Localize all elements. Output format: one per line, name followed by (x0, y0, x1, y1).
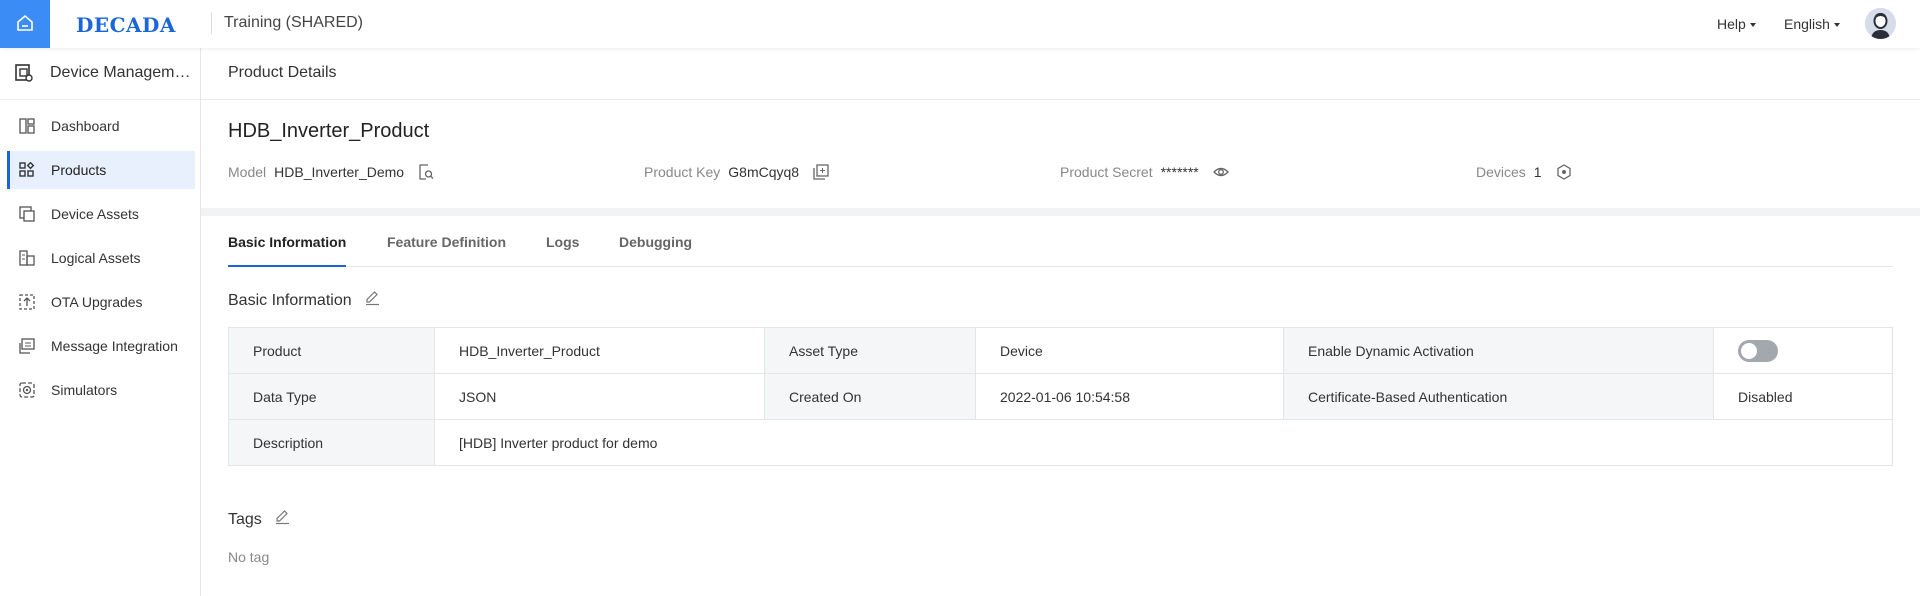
sidebar-item-label: Message Integration (51, 338, 178, 354)
sidebar-item-label: Simulators (51, 382, 118, 398)
basic-information-table: Product HDB_Inverter_Product Asset Type … (228, 327, 1893, 466)
sidebar: Device Management Dashboard Products Dev… (0, 48, 201, 596)
table-row: Description [HDB] Inverter product for d… (229, 420, 1892, 465)
section-divider (201, 208, 1920, 216)
table-row: Product HDB_Inverter_Product Asset Type … (229, 328, 1892, 374)
tab-debugging[interactable]: Debugging (619, 234, 692, 267)
no-tag-text: No tag (228, 549, 270, 565)
model-meta: Model HDB_Inverter_Demo (228, 164, 434, 180)
sidebar-item-products[interactable]: Products (7, 151, 195, 189)
devices-meta: Devices 1 (1476, 164, 1572, 180)
model-label: Model (228, 164, 267, 180)
sidebar-header[interactable]: Device Management (0, 48, 200, 100)
devices-label: Devices (1476, 164, 1526, 180)
chevron-down-icon (1749, 23, 1756, 27)
decada-logo: DECADA (76, 13, 176, 37)
product-label: Product (229, 328, 435, 373)
tags-heading: Tags (228, 509, 290, 530)
sidebar-header-title: Device Management (50, 64, 192, 81)
product-value: HDB_Inverter_Product (435, 328, 765, 373)
chevron-down-icon (1833, 23, 1840, 27)
asset-type-label: Asset Type (765, 328, 976, 373)
cert-auth-value: Disabled (1738, 388, 1793, 405)
edit-icon[interactable] (364, 290, 380, 311)
language-label: English (1784, 16, 1830, 32)
data-type-value: JSON (435, 374, 765, 419)
product-secret-meta: Product Secret ******* (1060, 164, 1229, 180)
product-name: HDB_Inverter_Product (228, 120, 430, 142)
dashboard-icon (19, 118, 35, 134)
product-secret-value: ******* (1160, 164, 1199, 180)
tags-title: Tags (228, 510, 262, 528)
data-type-label: Data Type (229, 374, 435, 419)
edit-icon[interactable] (274, 509, 290, 530)
sidebar-item-label: OTA Upgrades (51, 294, 143, 310)
view-model-icon[interactable] (418, 164, 434, 180)
table-row: Data Type JSON Created On 2022-01-06 10:… (229, 374, 1892, 420)
dynamic-activation-cell (1714, 328, 1892, 373)
devices-count[interactable]: 1 (1534, 164, 1542, 180)
language-menu[interactable]: English (1784, 16, 1840, 32)
sidebar-item-logical-assets[interactable]: Logical Assets (7, 239, 195, 277)
ota-icon (19, 294, 35, 310)
main-content: Product Details HDB_Inverter_Product Mod… (201, 48, 1920, 596)
title-divider (211, 12, 212, 34)
eye-icon[interactable] (1212, 164, 1229, 180)
help-label: Help (1717, 16, 1746, 32)
sidebar-item-device-assets[interactable]: Device Assets (7, 195, 195, 233)
detail-tabs: Basic Information Feature Definition Log… (228, 234, 1893, 267)
sidebar-item-label: Dashboard (51, 118, 120, 134)
page-header: Product Details (201, 48, 1920, 100)
tab-logs[interactable]: Logs (546, 234, 579, 267)
dynamic-activation-toggle[interactable] (1738, 339, 1778, 362)
created-on-value: 2022-01-06 10:54:58 (976, 374, 1284, 419)
product-key-value: G8mCqyq8 (728, 164, 800, 180)
model-value: HDB_Inverter_Demo (274, 164, 405, 180)
help-menu[interactable]: Help (1717, 16, 1756, 32)
message-icon (19, 338, 35, 354)
basic-information-title: Basic Information (228, 291, 352, 309)
device-hex-icon[interactable] (1556, 164, 1572, 180)
sidebar-item-dashboard[interactable]: Dashboard (7, 107, 195, 145)
description-value: [HDB] Inverter product for demo (459, 434, 658, 451)
user-avatar-icon (1865, 8, 1896, 39)
page-title: Product Details (228, 64, 337, 81)
device-assets-icon (19, 206, 35, 222)
logical-assets-icon (19, 250, 35, 266)
app-title[interactable]: Training (SHARED) (224, 14, 363, 32)
asset-type-value: Device (976, 328, 1284, 373)
description-label: Description (229, 420, 435, 465)
home-icon (16, 14, 34, 35)
product-secret-label: Product Secret (1060, 164, 1153, 180)
copy-icon[interactable] (813, 164, 829, 180)
product-key-label: Product Key (644, 164, 721, 180)
dynamic-activation-label: Enable Dynamic Activation (1284, 328, 1714, 373)
toggle-knob (1741, 342, 1757, 359)
sidebar-item-label: Logical Assets (51, 250, 141, 266)
cert-auth-label: Certificate-Based Authentication (1284, 374, 1714, 419)
basic-information-heading: Basic Information (228, 290, 380, 311)
created-on-label: Created On (765, 374, 976, 419)
sidebar-item-simulators[interactable]: Simulators (7, 371, 195, 409)
top-bar: DECADA Training (SHARED) Help English (0, 0, 1920, 48)
home-button[interactable] (0, 0, 50, 48)
avatar[interactable] (1865, 8, 1896, 39)
sidebar-item-label: Products (51, 162, 107, 178)
products-icon (19, 161, 35, 178)
device-management-icon (14, 63, 34, 86)
tab-basic-information[interactable]: Basic Information (228, 234, 347, 267)
simulator-icon (19, 382, 35, 398)
sidebar-item-label: Device Assets (51, 206, 139, 222)
sidebar-item-ota-upgrades[interactable]: OTA Upgrades (7, 283, 195, 321)
product-key-meta: Product Key G8mCqyq8 (644, 164, 829, 180)
tab-feature-definition[interactable]: Feature Definition (387, 234, 506, 267)
sidebar-item-message-integration[interactable]: Message Integration (7, 327, 195, 365)
